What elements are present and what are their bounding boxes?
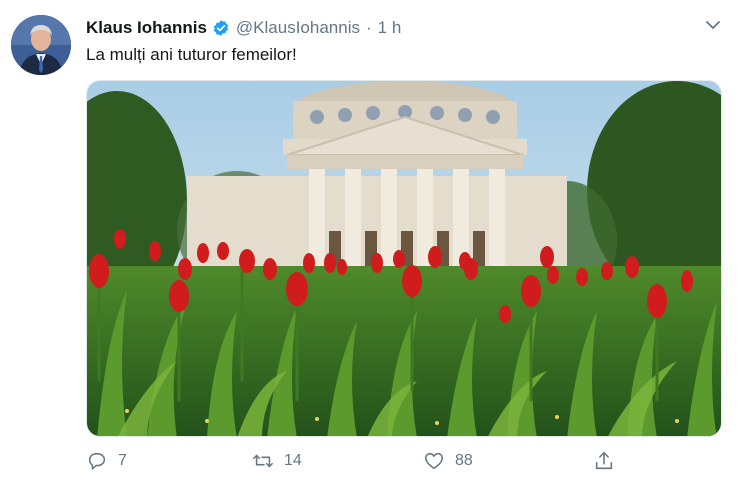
reply-button[interactable]: 7	[86, 450, 127, 472]
author-handle[interactable]: @KlausIohannis	[236, 18, 360, 38]
tweet[interactable]: Klaus Iohannis @KlausIohannis · 1 h La m…	[0, 0, 743, 482]
tweet-actions: 7 14 88	[86, 450, 626, 478]
retweet-button[interactable]: 14	[252, 450, 302, 472]
like-button[interactable]: 88	[423, 450, 473, 472]
avatar[interactable]	[11, 15, 71, 75]
retweet-icon	[253, 454, 273, 468]
heart-icon	[424, 452, 444, 470]
share-button[interactable]	[593, 450, 625, 472]
share-icon	[595, 451, 613, 470]
reply-count: 7	[118, 452, 127, 469]
reply-icon	[88, 452, 106, 470]
separator-dot: ·	[365, 18, 372, 37]
tweet-header: Klaus Iohannis @KlausIohannis · 1 h	[86, 17, 401, 39]
chevron-down-icon[interactable]	[703, 15, 723, 35]
author-name[interactable]: Klaus Iohannis	[86, 18, 207, 38]
like-count: 88	[455, 452, 473, 469]
tweet-text: La mulți ani tuturor femeilor!	[86, 45, 297, 64]
tweet-timestamp[interactable]: 1 h	[378, 18, 402, 38]
tulips-photo-image	[87, 81, 721, 436]
retweet-count: 14	[284, 452, 302, 469]
verified-badge-icon	[212, 19, 230, 37]
tweet-photo[interactable]	[86, 80, 722, 437]
